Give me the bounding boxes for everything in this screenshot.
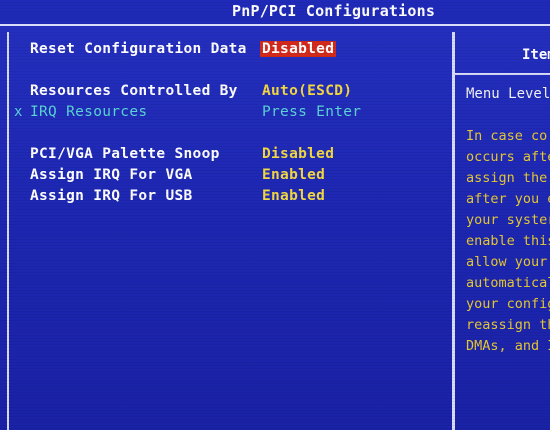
- setting-row-reset-configuration-data[interactable]: Reset Configuration Data Disabled: [0, 41, 452, 61]
- help-panel-title: Item: [522, 47, 550, 63]
- disabled-marker: x: [14, 104, 23, 120]
- help-text-line: your config: [466, 296, 550, 312]
- setting-label: Reset Configuration Data: [30, 41, 247, 57]
- setting-value[interactable]: Enabled: [262, 188, 325, 204]
- help-text-line: after you e: [466, 191, 550, 207]
- setting-value[interactable]: Auto(ESCD): [262, 83, 352, 99]
- help-text-line: assign the: [466, 170, 548, 186]
- bios-screen: PnP/PCI Configurations Reset Configurati…: [0, 0, 550, 430]
- setting-value: Press Enter: [262, 104, 362, 120]
- setting-label: Resources Controlled By: [30, 83, 238, 99]
- setting-label: PCI/VGA Palette Snoop: [30, 146, 220, 162]
- setting-row-pci-vga-palette-snoop[interactable]: PCI/VGA Palette Snoop Disabled: [0, 146, 452, 166]
- setting-row-assign-irq-for-usb[interactable]: Assign IRQ For USB Enabled: [0, 188, 452, 208]
- setting-label: Assign IRQ For USB: [30, 188, 193, 204]
- screen-title: PnP/PCI Configurations: [232, 2, 436, 20]
- top-border: [0, 24, 550, 26]
- setting-value[interactable]: Disabled: [262, 146, 334, 162]
- setting-row-resources-controlled-by[interactable]: Resources Controlled By Auto(ESCD): [0, 83, 452, 103]
- help-text-line: In case co: [466, 128, 548, 144]
- help-menu-level: Menu Level: [466, 86, 550, 102]
- setting-value-highlighted[interactable]: Disabled: [260, 41, 337, 57]
- help-text-line: automatical: [466, 275, 550, 291]
- help-text-line: enable this: [466, 233, 550, 249]
- setting-row-assign-irq-for-vga[interactable]: Assign IRQ For VGA Enabled: [0, 167, 452, 187]
- help-separator: [455, 73, 550, 75]
- help-text-line: DMAs, and I: [466, 338, 550, 354]
- setting-row-irq-resources: x IRQ Resources Press Enter: [0, 104, 452, 124]
- help-text-line: allow your: [466, 254, 548, 270]
- help-text-line: occurs afte: [466, 149, 550, 165]
- panel-divider: [452, 32, 455, 430]
- setting-label: IRQ Resources: [30, 104, 148, 120]
- setting-label: Assign IRQ For VGA: [30, 167, 193, 183]
- setting-value[interactable]: Enabled: [262, 167, 325, 183]
- help-text-line: your syster: [466, 212, 550, 228]
- title-bar: PnP/PCI Configurations: [0, 0, 550, 24]
- help-text-line: reassign th: [466, 317, 550, 333]
